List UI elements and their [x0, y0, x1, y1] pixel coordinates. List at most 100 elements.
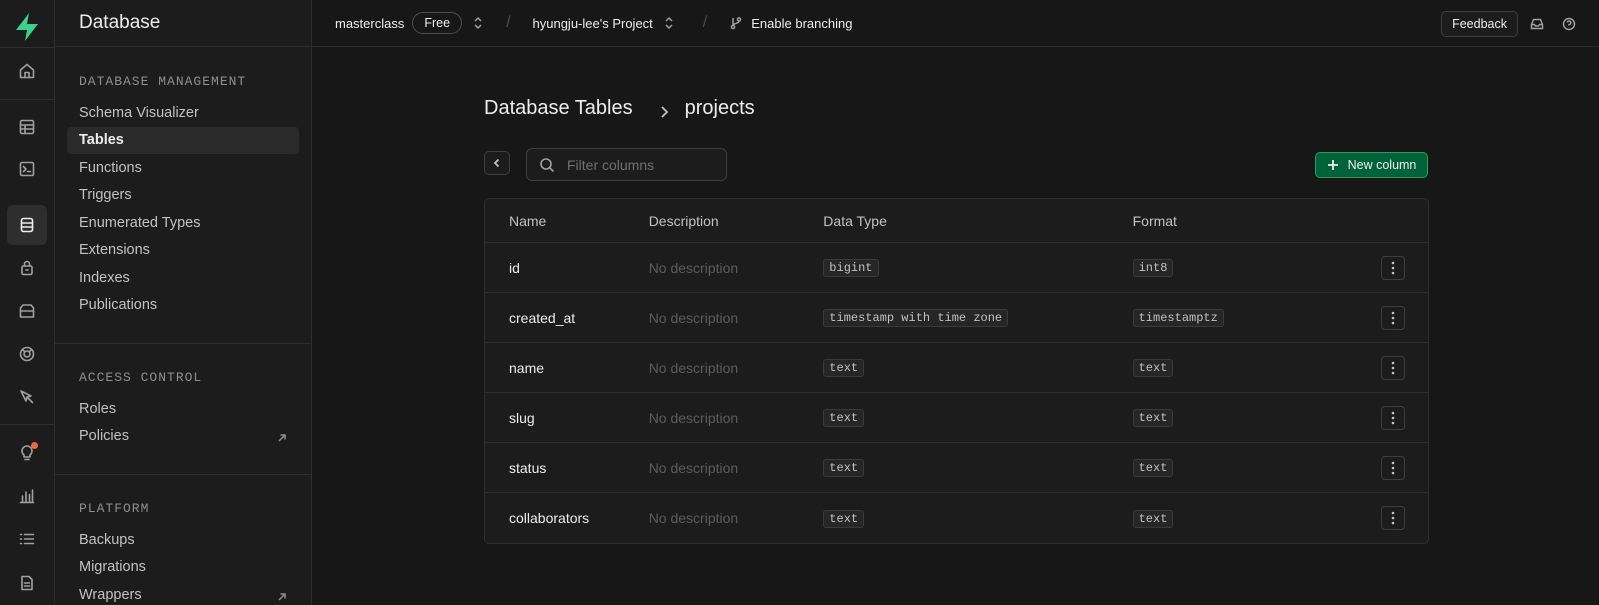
menu-item-migrations[interactable]: Migrations [67, 554, 299, 582]
row-actions-button[interactable] [1381, 255, 1405, 280]
menu-item-functions[interactable]: Functions [67, 154, 299, 182]
menu-item-label: Policies [79, 428, 129, 445]
search-icon [540, 157, 555, 172]
more-vertical-icon [1391, 461, 1395, 474]
menu-item-backups[interactable]: Backups [67, 526, 299, 554]
column-format: text [1132, 409, 1174, 427]
table-row: id No description bigint int8 [485, 243, 1428, 293]
reports-icon[interactable] [7, 476, 47, 516]
breadcrumb-separator: / [702, 14, 708, 31]
storage-icon[interactable] [7, 291, 47, 331]
column-format: int8 [1132, 259, 1174, 277]
inbox-icon[interactable] [1521, 8, 1553, 40]
column-description: No description [648, 409, 739, 426]
column-data-type: text [823, 459, 865, 477]
column-format: timestamptz [1132, 309, 1224, 327]
column-format: text [1132, 459, 1174, 477]
breadcrumb-separator: / [506, 14, 511, 31]
external-link-icon [277, 431, 287, 442]
section-title: PLATFORM [79, 501, 150, 516]
home-icon[interactable] [7, 51, 47, 91]
supabase-logo-icon[interactable] [13, 12, 41, 42]
column-description: No description [648, 359, 739, 376]
sql-editor-icon[interactable] [7, 149, 47, 189]
filter-columns-input[interactable] [567, 156, 717, 173]
rail-divider [0, 47, 55, 48]
chevron-up-down-icon [663, 16, 675, 30]
feedback-button[interactable]: Feedback [1441, 10, 1518, 37]
menu-item-roles[interactable]: Roles [67, 395, 299, 423]
database-icon[interactable] [7, 205, 47, 245]
back-button[interactable] [484, 151, 510, 175]
menu-item-enumerated-types[interactable]: Enumerated Types [67, 209, 299, 237]
advisors-lightbulb-icon[interactable] [7, 433, 47, 473]
realtime-icon[interactable] [7, 334, 47, 374]
menu-item-indexes[interactable]: Indexes [67, 264, 299, 292]
column-data-type: timestamp with time zone [823, 309, 1009, 327]
org-name: masterclass [335, 15, 405, 31]
menu-item-tables[interactable]: Tables [67, 126, 299, 154]
column-name: status [509, 459, 547, 476]
row-actions-button[interactable] [1381, 305, 1405, 330]
menu-item-label: Schema Visualizer [79, 104, 199, 121]
table-row: created_at No description timestamp with… [485, 293, 1428, 343]
menu-item-label: Indexes [79, 269, 130, 286]
icon-rail [0, 0, 55, 605]
column-header-data-type: Data Type [823, 212, 887, 229]
table-row: collaborators No description text text [485, 493, 1428, 543]
menu-item-extensions[interactable]: Extensions [67, 237, 299, 265]
table-editor-icon[interactable] [7, 107, 47, 147]
menu-item-triggers[interactable]: Triggers [67, 182, 299, 210]
org-selector[interactable]: masterclass Free [335, 12, 484, 34]
more-vertical-icon [1391, 311, 1395, 324]
git-branch-icon [729, 16, 743, 30]
rail-divider [0, 424, 55, 425]
column-description: No description [648, 510, 739, 526]
menu-item-schema-visualizer[interactable]: Schema Visualizer [67, 99, 299, 127]
rail-divider [0, 99, 55, 100]
column-header-name: Name [509, 212, 547, 229]
top-bar-actions: Feedback [1441, 0, 1599, 47]
column-name: created_at [509, 309, 576, 326]
menu-item-label: Enumerated Types [79, 214, 201, 231]
section-database-management: DATABASE MANAGEMENT Schema Visualizer Ta… [55, 47, 311, 319]
logs-list-icon[interactable] [7, 519, 47, 559]
external-link-icon [277, 590, 287, 601]
help-icon[interactable] [1553, 8, 1585, 40]
project-selector[interactable]: hyungju-lee's Project [533, 16, 675, 31]
menu-item-publications[interactable]: Publications [67, 292, 299, 320]
column-format: text [1132, 509, 1174, 528]
row-actions-button[interactable] [1381, 455, 1405, 480]
more-vertical-icon [1391, 361, 1395, 374]
menu-item-label: Migrations [79, 559, 146, 576]
page-breadcrumb: Database Tables projects [484, 97, 755, 120]
menu-item-label: Backups [79, 531, 135, 548]
row-actions-button[interactable] [1381, 405, 1405, 430]
row-actions-button[interactable] [1381, 506, 1405, 530]
plus-icon [1327, 160, 1338, 170]
more-vertical-icon [1391, 511, 1395, 525]
menu-item-label: Tables [79, 132, 124, 149]
section-title: ACCESS CONTROL [79, 370, 203, 385]
new-column-button[interactable]: New column [1315, 152, 1428, 178]
chevron-right-icon [659, 102, 669, 118]
column-name: id [509, 259, 520, 276]
breadcrumb-database-tables[interactable]: Database Tables [484, 97, 633, 120]
edge-functions-icon[interactable] [7, 377, 47, 417]
authentication-icon[interactable] [7, 248, 47, 288]
more-vertical-icon [1391, 411, 1395, 424]
menu-item-label: Publications [79, 297, 158, 314]
column-header-format: Format [1132, 212, 1177, 229]
menu-item-label: Extensions [79, 242, 150, 259]
enable-branching-button[interactable]: Enable branching [729, 16, 852, 31]
column-format: text [1132, 359, 1174, 377]
column-name: collaborators [509, 510, 590, 526]
menu-item-wrappers[interactable]: Wrappers [67, 581, 299, 605]
table-header: Name Description Data Type Format [485, 199, 1428, 243]
enable-branching-label: Enable branching [751, 15, 853, 31]
menu-item-policies[interactable]: Policies [67, 423, 299, 451]
menu-item-label: Triggers [79, 187, 132, 204]
row-actions-button[interactable] [1381, 355, 1405, 380]
api-docs-icon[interactable] [7, 563, 47, 603]
column-description: No description [648, 459, 739, 476]
